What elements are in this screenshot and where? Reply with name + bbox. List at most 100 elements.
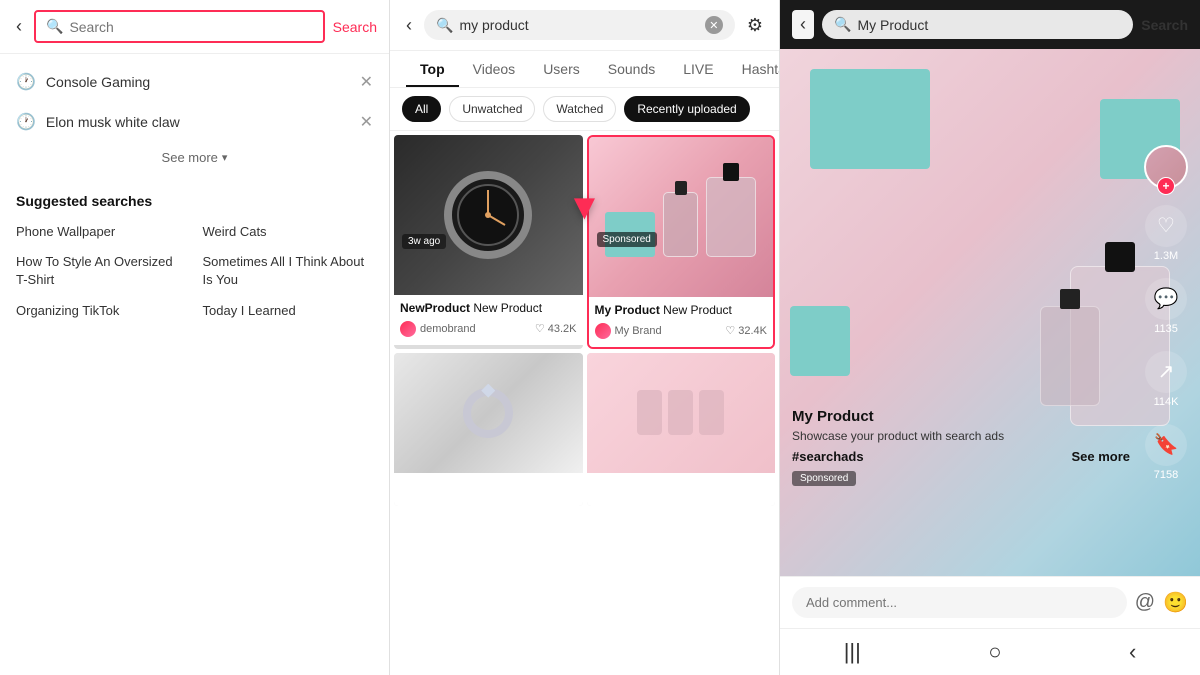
filter-unwatched[interactable]: Unwatched xyxy=(449,96,535,122)
search-box[interactable]: 🔍 xyxy=(34,10,325,43)
recent-item-text: Elon musk white claw xyxy=(46,114,180,130)
results-grid: 3w ago NewProduct New Product demobrand xyxy=(390,131,779,510)
heart-icon: ♡ xyxy=(725,324,735,337)
result-card-flowers[interactable] xyxy=(587,353,776,507)
bookmark-icon: 🔖 xyxy=(1145,424,1187,466)
result-card-ring[interactable] xyxy=(394,353,583,507)
hashtag[interactable]: #searchads xyxy=(792,449,864,464)
teal-box-1 xyxy=(810,69,930,169)
recent-item[interactable]: 🕐 Elon musk white claw ✕ xyxy=(0,102,389,142)
watch-thumbnail xyxy=(394,135,583,295)
filter-recently-uploaded[interactable]: Recently uploaded xyxy=(624,96,749,122)
results-header: ‹ 🔍 my product ✕ ⚙ xyxy=(390,0,779,51)
video-header: ‹ 🔍 My Product Search xyxy=(780,0,1200,49)
sponsored-badge: Sponsored xyxy=(597,232,657,247)
card-title-sponsored: My Product New Product xyxy=(595,303,768,319)
see-more-label: See more xyxy=(162,150,218,165)
video-title: My Product xyxy=(792,408,1130,425)
video-info: My Product Showcase your product with se… xyxy=(792,408,1130,486)
creator-avatar[interactable]: + xyxy=(1144,145,1188,189)
search-results-panel: ‹ 🔍 my product ✕ ⚙ ▼ Top Videos Users So… xyxy=(390,0,780,675)
likes-count: 1.3M xyxy=(1154,250,1178,262)
user-name-sponsored: My Brand xyxy=(615,325,662,337)
nav-menu-icon[interactable]: ||| xyxy=(844,639,861,665)
suggested-item[interactable]: Sometimes All I Think About Is You xyxy=(203,253,374,289)
tab-users[interactable]: Users xyxy=(529,51,594,87)
heart-icon: ♡ xyxy=(535,322,545,335)
flowers-visual xyxy=(637,390,724,435)
see-more-link[interactable]: See more xyxy=(1071,449,1130,464)
heart-icon: ♡ xyxy=(1145,205,1187,247)
suggested-item[interactable]: Organizing TikTok xyxy=(16,302,187,320)
clear-button[interactable]: ✕ xyxy=(705,16,723,34)
filter-all[interactable]: All xyxy=(402,96,441,122)
suggested-item[interactable]: Today I Learned xyxy=(203,302,374,320)
flower-bottle-3 xyxy=(699,390,724,435)
card-meta: demobrand ♡ 43.2K xyxy=(400,321,577,337)
video-panel: ‹ 🔍 My Product Search + ♡ xyxy=(780,0,1200,675)
search-icon: 🔍 xyxy=(436,17,453,34)
mention-icon[interactable]: @ xyxy=(1135,591,1155,614)
flower-bottle-2 xyxy=(668,390,693,435)
result-card-sponsored[interactable]: Sponsored My Product New Product My Bran… xyxy=(587,135,776,349)
video-actions: + ♡ 1.3M 💬 1135 ↗ 114K 🔖 7158 xyxy=(1144,145,1188,481)
tab-top[interactable]: Top xyxy=(406,51,459,87)
suggested-title: Suggested searches xyxy=(16,193,373,209)
close-icon[interactable]: ✕ xyxy=(360,112,373,132)
card-info-sponsored: My Product New Product My Brand ♡ 32.4K xyxy=(589,297,774,347)
search-suggestions-panel: ‹ 🔍 Search 🕐 Console Gaming ✕ 🕐 Elon mus… xyxy=(0,0,390,675)
nav-back-icon[interactable]: ‹ xyxy=(1129,639,1136,665)
likes-count: ♡ 43.2K xyxy=(535,322,577,335)
back-button[interactable]: ‹ xyxy=(12,12,26,41)
search-input[interactable] xyxy=(69,19,312,35)
comment-button[interactable]: 💬 1135 xyxy=(1145,278,1187,335)
back-button[interactable]: ‹ xyxy=(402,11,416,40)
suggested-item[interactable]: How To Style An Oversized T-Shirt xyxy=(16,253,187,289)
suggested-searches-section: Suggested searches Phone Wallpaper Weird… xyxy=(0,181,389,332)
filter-chips-row: All Unwatched Watched Recently uploaded xyxy=(390,88,779,131)
search-box-2[interactable]: 🔍 my product ✕ xyxy=(424,10,735,40)
card-user: demobrand xyxy=(400,321,476,337)
navigation-bar: ||| ○ ‹ xyxy=(780,628,1200,675)
video-background: + ♡ 1.3M 💬 1135 ↗ 114K 🔖 7158 My Product… xyxy=(780,49,1200,576)
close-icon[interactable]: ✕ xyxy=(360,72,373,92)
results-content: 3w ago NewProduct New Product demobrand xyxy=(390,131,779,675)
share-icon: ↗ xyxy=(1145,351,1187,393)
hashtag-row: #searchads See more xyxy=(792,449,1130,464)
ring-shape xyxy=(463,388,513,438)
like-button[interactable]: ♡ 1.3M xyxy=(1145,205,1187,262)
filter-watched[interactable]: Watched xyxy=(543,96,616,122)
tab-live[interactable]: LIVE xyxy=(669,51,727,87)
comment-icon: 💬 xyxy=(1145,278,1187,320)
search-box-video[interactable]: 🔍 My Product xyxy=(822,10,1133,39)
suggested-item[interactable]: Weird Cats xyxy=(203,223,374,241)
tab-hashtags[interactable]: Hashtags xyxy=(728,51,779,87)
filter-icon[interactable]: ⚙ xyxy=(743,11,767,40)
back-button-video[interactable]: ‹ xyxy=(792,10,814,39)
second-perfume-bottle xyxy=(1040,306,1100,406)
recent-item[interactable]: 🕐 Console Gaming ✕ xyxy=(0,62,389,102)
bookmarks-count: 7158 xyxy=(1154,469,1178,481)
ring-thumbnail xyxy=(394,353,583,473)
follow-plus-icon[interactable]: + xyxy=(1157,177,1175,195)
nav-home-icon[interactable]: ○ xyxy=(988,639,1001,665)
perfume-cap-large xyxy=(723,163,739,181)
see-more-button[interactable]: See more ▾ xyxy=(0,142,389,173)
share-button[interactable]: ↗ 114K xyxy=(1145,351,1187,408)
recent-item-left: 🕐 Elon musk white claw xyxy=(16,112,180,132)
search-query-video: My Product xyxy=(857,17,928,33)
tab-videos[interactable]: Videos xyxy=(459,51,530,87)
time-badge: 3w ago xyxy=(402,234,446,249)
comment-input[interactable] xyxy=(792,587,1127,618)
perfume-thumbnail xyxy=(589,137,774,297)
emoji-icon[interactable]: 🙂 xyxy=(1163,590,1188,615)
flower-bottle-1 xyxy=(637,390,662,435)
search-button-video[interactable]: Search xyxy=(1141,17,1188,33)
suggested-item[interactable]: Phone Wallpaper xyxy=(16,223,187,241)
tab-sounds[interactable]: Sounds xyxy=(594,51,669,87)
chevron-down-icon: ▾ xyxy=(222,151,228,164)
result-card-watch[interactable]: 3w ago NewProduct New Product demobrand xyxy=(394,135,583,349)
bookmark-button[interactable]: 🔖 7158 xyxy=(1145,424,1187,481)
search-button[interactable]: Search xyxy=(333,19,377,35)
recent-items-list: 🕐 Console Gaming ✕ 🕐 Elon musk white cla… xyxy=(0,54,389,181)
